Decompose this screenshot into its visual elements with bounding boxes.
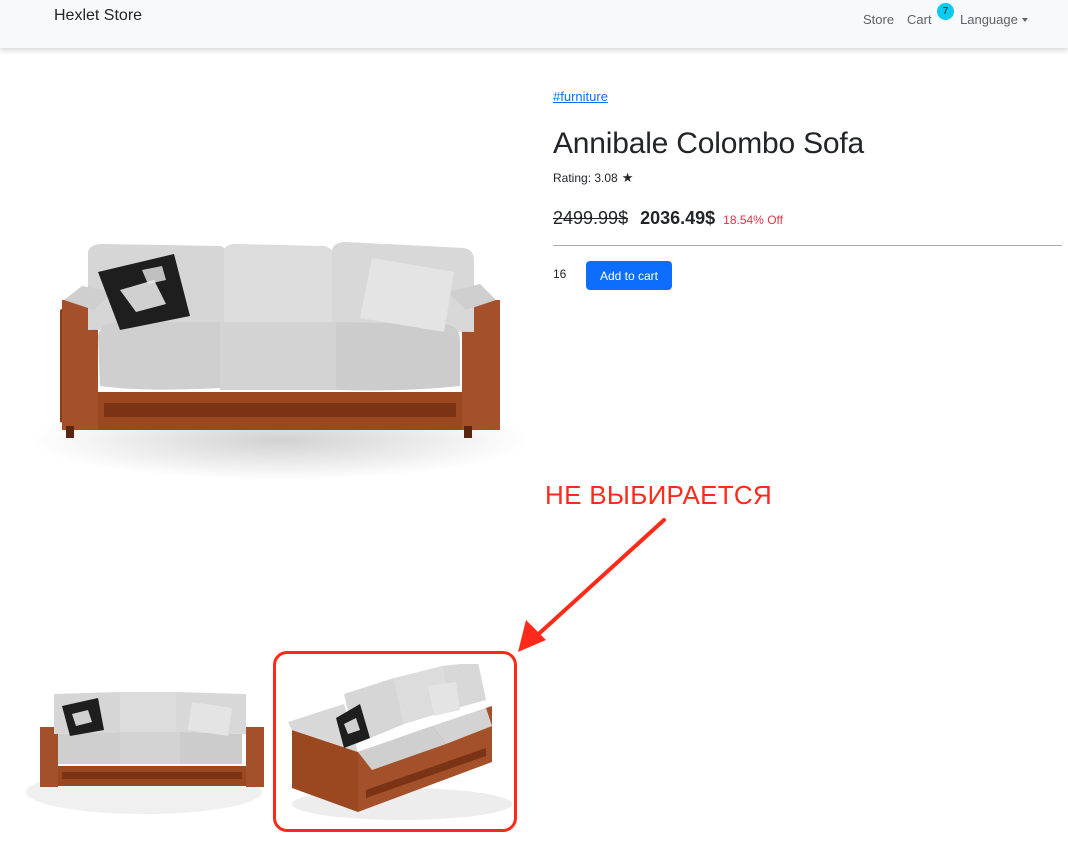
old-price: 2499.99$ (553, 208, 629, 228)
rating-text: Rating: 3.08 (553, 171, 618, 185)
main-product-image (30, 242, 530, 480)
caret-down-icon (1021, 18, 1028, 22)
annotation-label: НЕ ВЫБИРАЕТСЯ (545, 480, 773, 510)
annotation-highlight-box (273, 651, 517, 832)
category-link[interactable]: #furniture (553, 89, 608, 104)
language-label: Language (960, 12, 1018, 27)
new-price: 2036.49$ (640, 208, 716, 228)
divider (553, 245, 1062, 246)
product-thumbnail-1[interactable] (24, 672, 264, 822)
nav-store-link[interactable]: Store (863, 12, 894, 27)
product-title: Annibale Colombo Sofa (553, 127, 865, 160)
navbar: Hexlet Store Store Cart 7 Language (0, 0, 1068, 48)
stock-quantity: 16 (553, 267, 567, 281)
product-rating: Rating: 3.08 ★ (553, 170, 633, 186)
cart-count-badge: 7 (937, 3, 954, 20)
nav-cart-link[interactable]: Cart (907, 12, 932, 27)
language-dropdown[interactable]: Language (960, 12, 1028, 27)
price-row: 2499.99$ 2036.49$ 18.54% Off (553, 208, 783, 229)
discount-label: 18.54% Off (723, 213, 783, 227)
star-icon: ★ (621, 170, 634, 185)
add-to-cart-button[interactable]: Add to cart (586, 261, 672, 290)
brand-logo[interactable]: Hexlet Store (54, 7, 142, 25)
